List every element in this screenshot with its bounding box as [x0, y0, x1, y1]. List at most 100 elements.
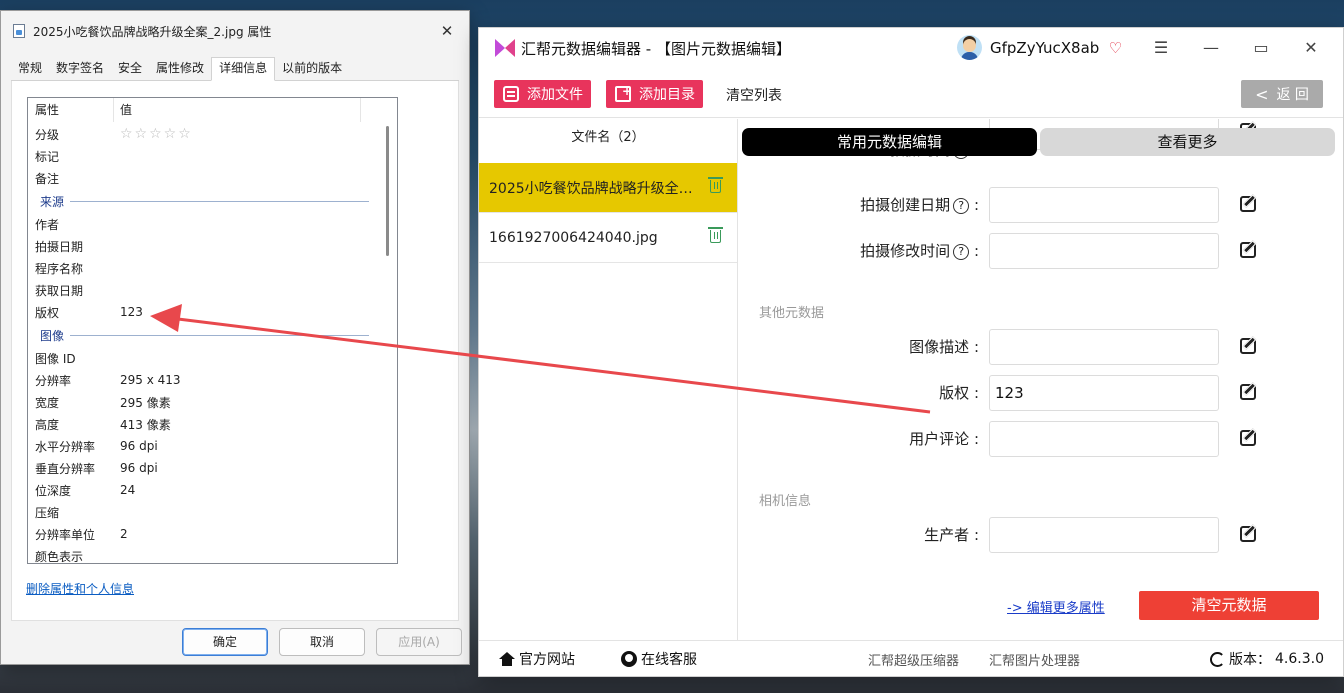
- property-row[interactable]: 作者: [28, 213, 397, 235]
- group-label: 图像: [40, 328, 65, 343]
- edit-icon[interactable]: [1240, 384, 1256, 400]
- create-date-input[interactable]: [989, 187, 1219, 223]
- close-icon[interactable]: ✕: [1299, 36, 1323, 60]
- property-row[interactable]: 程序名称: [28, 257, 397, 279]
- property-row[interactable]: 分辨率 295 x 413: [28, 369, 397, 391]
- property-row[interactable]: 位深度 24: [28, 479, 397, 501]
- file-item[interactable]: 1661927006424040.jpg: [479, 213, 737, 263]
- header-value[interactable]: 值: [114, 98, 361, 122]
- add-folder-button[interactable]: 添加目录: [606, 80, 703, 108]
- property-value: 96 dpi: [120, 461, 158, 475]
- property-row[interactable]: 压缩: [28, 501, 397, 523]
- close-icon[interactable]: ✕: [435, 19, 459, 43]
- version-info[interactable]: 版本： 4.6.3.0: [1210, 641, 1324, 677]
- property-row[interactable]: 分辨率单位 2: [28, 523, 397, 545]
- property-row-copyright[interactable]: 版权 123: [28, 301, 397, 323]
- property-key: 位深度: [35, 483, 72, 498]
- vip-icon[interactable]: ♡: [1107, 40, 1123, 56]
- image-description-input[interactable]: [989, 329, 1219, 365]
- tab-digital-signature[interactable]: 数字签名: [49, 57, 111, 80]
- copyright-input[interactable]: 123: [989, 375, 1219, 411]
- edit-icon[interactable]: [1240, 196, 1256, 212]
- clear-metadata-button[interactable]: 清空元数据: [1139, 591, 1319, 620]
- property-value: 295 x 413: [120, 373, 181, 387]
- field-copyright: 版权 : 123: [739, 375, 1343, 411]
- avatar[interactable]: [957, 35, 982, 60]
- rating-stars[interactable]: ☆☆☆☆☆: [120, 126, 397, 142]
- metadata-panel: 常用元数据编辑 查看更多 拍摄时间? : 拍摄创建日期? : 拍摄修改时间? :…: [739, 119, 1343, 640]
- maximize-icon[interactable]: ▭: [1249, 36, 1273, 60]
- property-row[interactable]: 备注: [28, 167, 397, 189]
- property-row[interactable]: 宽度 295 像素: [28, 391, 397, 413]
- property-key: 高度: [35, 417, 60, 432]
- metadata-tabs: 常用元数据编辑 查看更多: [742, 128, 1335, 156]
- property-row[interactable]: 图像 ID: [28, 347, 397, 369]
- edit-icon[interactable]: [1240, 338, 1256, 354]
- scrollbar[interactable]: [386, 126, 389, 256]
- property-row[interactable]: 拍摄日期: [28, 235, 397, 257]
- field-label: 生产者 :: [924, 526, 979, 544]
- app-titlebar: 汇帮元数据编辑器 - 【图片元数据编辑】 GfpZyYucX8ab ♡ ☰ — …: [479, 28, 1343, 68]
- version-label: 版本：: [1229, 652, 1271, 668]
- dialog-tabs: 常规 数字签名 安全 属性修改 详细信息 以前的版本: [11, 57, 459, 81]
- remove-properties-link[interactable]: 删除属性和个人信息: [26, 580, 134, 597]
- tab-previous-versions[interactable]: 以前的版本: [275, 57, 349, 80]
- tab-general[interactable]: 常规: [11, 57, 49, 80]
- field-label: 用户评论 :: [909, 430, 979, 448]
- tab-common-metadata[interactable]: 常用元数据编辑: [742, 128, 1037, 156]
- property-row[interactable]: 颜色表示: [28, 545, 397, 564]
- refresh-icon: [1210, 651, 1225, 667]
- help-icon[interactable]: ?: [953, 244, 970, 260]
- folder-add-icon: [615, 84, 632, 102]
- add-file-button[interactable]: 添加文件: [494, 80, 591, 108]
- group-source: 来源: [28, 189, 397, 213]
- property-value: 2: [120, 527, 128, 541]
- image-tool-link[interactable]: 汇帮图片处理器: [989, 641, 1080, 677]
- tab-details[interactable]: 详细信息: [211, 57, 276, 81]
- home-icon: [499, 652, 515, 666]
- username[interactable]: GfpZyYucX8ab: [990, 39, 1099, 57]
- edit-more-link[interactable]: -> 编辑更多属性: [1007, 597, 1105, 616]
- property-row[interactable]: 分级 ☆☆☆☆☆: [28, 123, 397, 145]
- ok-button[interactable]: 确定: [182, 628, 268, 656]
- menu-icon[interactable]: ☰: [1149, 36, 1173, 60]
- customer-service-icon: [621, 651, 637, 667]
- service-link[interactable]: 在线客服: [621, 641, 697, 677]
- back-button[interactable]: < 返 回: [1241, 80, 1323, 108]
- apply-button[interactable]: 应用(A): [376, 628, 462, 656]
- property-row[interactable]: 高度 413 像素: [28, 413, 397, 435]
- trash-icon[interactable]: [708, 177, 723, 193]
- user-comment-input[interactable]: [989, 421, 1219, 457]
- property-row[interactable]: 垂直分辨率 96 dpi: [28, 457, 397, 479]
- file-item-selected[interactable]: 2025小吃餐饮品牌战略升级全案_2.jpg: [479, 163, 737, 213]
- property-key: 水平分辨率: [35, 439, 96, 454]
- property-row[interactable]: 获取日期: [28, 279, 397, 301]
- property-key: 宽度: [35, 395, 60, 410]
- dialog-buttons: 确定 取消 应用(A): [182, 628, 462, 656]
- property-key: 图像 ID: [35, 351, 76, 366]
- website-link[interactable]: 官方网站: [499, 641, 575, 677]
- back-label: 返 回: [1276, 87, 1309, 103]
- copyright-value[interactable]: 123: [120, 305, 397, 319]
- modify-time-input[interactable]: [989, 233, 1219, 269]
- tab-security[interactable]: 安全: [111, 57, 149, 80]
- compressor-link[interactable]: 汇帮超级压缩器: [868, 641, 959, 677]
- manufacturer-input[interactable]: [989, 517, 1219, 553]
- user-info[interactable]: GfpZyYucX8ab ♡: [957, 35, 1123, 60]
- help-icon[interactable]: ?: [953, 198, 970, 214]
- property-row[interactable]: 水平分辨率 96 dpi: [28, 435, 397, 457]
- property-row[interactable]: 标记: [28, 145, 397, 167]
- cancel-button[interactable]: 取消: [279, 628, 365, 656]
- edit-icon[interactable]: [1240, 430, 1256, 446]
- clear-list-button[interactable]: 清空列表: [726, 85, 782, 105]
- minimize-icon[interactable]: —: [1199, 36, 1223, 60]
- trash-icon[interactable]: [708, 227, 723, 243]
- header-name[interactable]: 属性: [28, 98, 114, 122]
- tab-property-edit[interactable]: 属性修改: [149, 57, 211, 80]
- metadata-editor-window: 汇帮元数据编辑器 - 【图片元数据编辑】 GfpZyYucX8ab ♡ ☰ — …: [478, 27, 1344, 677]
- tab-view-more[interactable]: 查看更多: [1040, 128, 1335, 156]
- dialog-titlebar: 2025小吃餐饮品牌战略升级全案_2.jpg 属性 ✕: [1, 11, 469, 51]
- property-list[interactable]: 属性 值 分级 ☆☆☆☆☆ 标记 备注 来源 作者 拍摄日期 程序名称 获取日期…: [27, 97, 398, 564]
- edit-icon[interactable]: [1240, 242, 1256, 258]
- edit-icon[interactable]: [1240, 526, 1256, 542]
